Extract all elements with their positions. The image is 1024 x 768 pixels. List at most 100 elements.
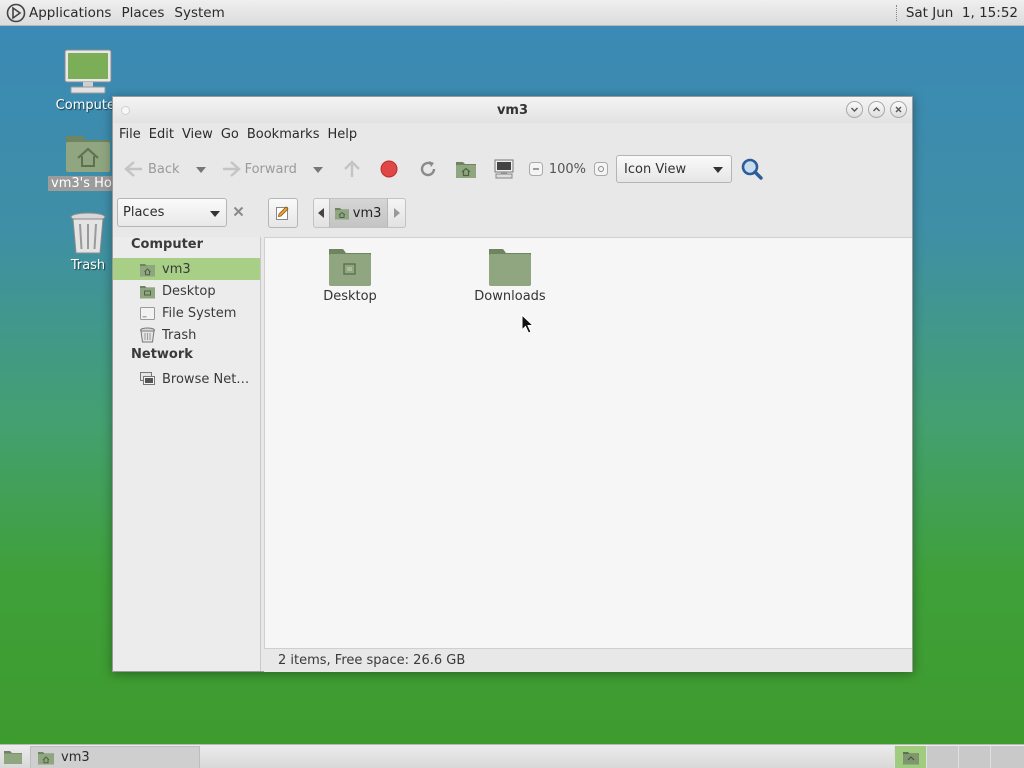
dropdown-arrow-icon — [713, 167, 724, 173]
distro-logo-icon[interactable] — [6, 3, 26, 23]
maximize-button[interactable] — [868, 101, 885, 118]
view-mode-label: Icon View — [624, 161, 687, 177]
status-text: 2 items, Free space: 26.6 GB — [278, 653, 466, 668]
trash-icon — [70, 212, 106, 254]
drive-icon — [140, 306, 155, 320]
computer-button[interactable] — [493, 154, 515, 184]
computer-icon — [64, 49, 112, 94]
file-item-desktop[interactable]: Desktop — [305, 246, 395, 304]
titlebar[interactable]: vm3 — [113, 97, 912, 123]
sidebar-item-file-system[interactable]: File System — [113, 302, 260, 324]
close-icon — [895, 106, 902, 113]
bottom-panel: vm3 — [0, 744, 1024, 768]
zoom-in-button[interactable] — [594, 154, 609, 184]
sidebar-item-label: Browse Network — [162, 371, 258, 387]
reload-button[interactable] — [417, 154, 439, 184]
home-folder-icon — [455, 162, 476, 178]
zoom-out-button[interactable] — [528, 154, 543, 184]
up-button[interactable] — [341, 154, 363, 184]
sidebar-item-label: File System — [162, 305, 237, 321]
file-label: Downloads — [474, 289, 546, 304]
desktop-folder-icon — [140, 285, 155, 298]
close-button[interactable] — [890, 101, 907, 118]
chevron-up-icon — [873, 107, 880, 112]
stop-icon — [380, 160, 398, 178]
home-folder-icon — [38, 752, 54, 765]
menu-file[interactable]: File — [115, 127, 145, 142]
toolbar: Back Forward 100% Icon View — [113, 149, 912, 189]
file-manager-window: vm3 File Edit View Go Bookmarks Help Bac… — [112, 96, 913, 672]
menubar: File Edit View Go Bookmarks Help — [113, 123, 912, 145]
file-view[interactable]: Desktop Downloads — [264, 237, 912, 648]
minimize-button[interactable] — [846, 101, 863, 118]
menu-edit[interactable]: Edit — [145, 127, 178, 142]
desktop-icon-label: Trash — [70, 258, 106, 273]
menu-go[interactable]: Go — [217, 127, 243, 142]
zoom-level[interactable]: 100% — [549, 162, 586, 177]
dropdown-arrow-icon — [195, 166, 206, 173]
show-desktop-button[interactable] — [2, 747, 24, 767]
sidebar-item-vm3[interactable]: vm3 — [113, 258, 260, 280]
home-folder-icon — [902, 752, 919, 765]
places-menu[interactable]: Places — [116, 5, 169, 21]
view-mode-select[interactable]: Icon View — [616, 155, 733, 183]
back-button[interactable]: Back — [123, 154, 180, 184]
breadcrumb-scroll-right[interactable] — [388, 199, 405, 227]
breadcrumb-scroll-left[interactable] — [314, 199, 329, 227]
back-label: Back — [148, 161, 180, 177]
window-title: vm3 — [496, 102, 529, 118]
computer-icon — [494, 159, 514, 179]
side-pane-selector[interactable]: Places — [117, 198, 227, 227]
statusbar: 2 items, Free space: 26.6 GB — [264, 648, 912, 672]
window-menu-button[interactable] — [121, 106, 130, 115]
window-controls — [846, 101, 907, 118]
file-item-downloads[interactable]: Downloads — [465, 246, 555, 304]
edit-location-button[interactable] — [268, 198, 298, 228]
breadcrumb-label: vm3 — [352, 205, 382, 221]
close-side-pane-button[interactable] — [233, 206, 244, 221]
sidebar-item-browse-network[interactable]: Browse Network — [113, 368, 260, 390]
desktop-icon-label: vm3's Home — [48, 176, 114, 191]
home-button[interactable] — [455, 154, 477, 184]
zoom-in-icon — [594, 162, 609, 176]
taskbar-window-button[interactable]: vm3 — [30, 746, 200, 768]
workspace-1[interactable] — [894, 746, 926, 768]
side-pane-label: Places — [123, 205, 165, 220]
back-history-dropdown[interactable] — [195, 162, 206, 177]
menu-help[interactable]: Help — [323, 127, 361, 142]
forward-history-dropdown[interactable] — [312, 162, 323, 177]
forward-arrow-icon — [222, 161, 241, 177]
stop-button[interactable] — [379, 154, 399, 184]
clock-area: Sat Jun 1, 15:52 — [895, 0, 1018, 26]
home-folder-icon — [66, 136, 110, 172]
top-panel: Applications Places System Sat Jun 1, 15… — [0, 0, 1024, 26]
clock[interactable]: Sat Jun 1, 15:52 — [906, 5, 1018, 21]
taskbar-window-label: vm3 — [61, 750, 90, 765]
system-menu[interactable]: System — [169, 5, 229, 21]
breadcrumb: vm3 — [313, 198, 406, 228]
applications-menu[interactable]: Applications — [26, 5, 116, 21]
menu-view[interactable]: View — [178, 127, 217, 142]
forward-button[interactable]: Forward — [220, 154, 297, 184]
sidebar-item-trash[interactable]: Trash — [113, 324, 260, 346]
search-button[interactable] — [740, 154, 764, 184]
search-icon — [741, 158, 763, 180]
dropdown-arrow-icon — [312, 166, 323, 173]
breadcrumb-home[interactable]: vm3 — [328, 199, 389, 227]
file-label: Desktop — [323, 289, 377, 304]
home-folder-icon — [140, 263, 155, 276]
zoom-out-icon — [528, 162, 543, 176]
workspace-4[interactable] — [990, 746, 1024, 768]
sidebar-item-label: Desktop — [162, 283, 216, 299]
close-icon — [233, 206, 244, 217]
trash-icon — [140, 327, 155, 343]
sidebar-item-label: Trash — [162, 327, 197, 343]
workspace-3[interactable] — [958, 746, 990, 768]
folder-icon — [489, 249, 531, 286]
sidebar-item-label: vm3 — [162, 261, 191, 277]
workspace-2[interactable] — [926, 746, 958, 768]
menu-bookmarks[interactable]: Bookmarks — [243, 127, 324, 142]
sidebar-item-desktop[interactable]: Desktop — [113, 280, 260, 302]
places-sidebar: Computer vm3 Desktop File System Trash N… — [113, 237, 261, 671]
up-arrow-icon — [343, 160, 360, 177]
